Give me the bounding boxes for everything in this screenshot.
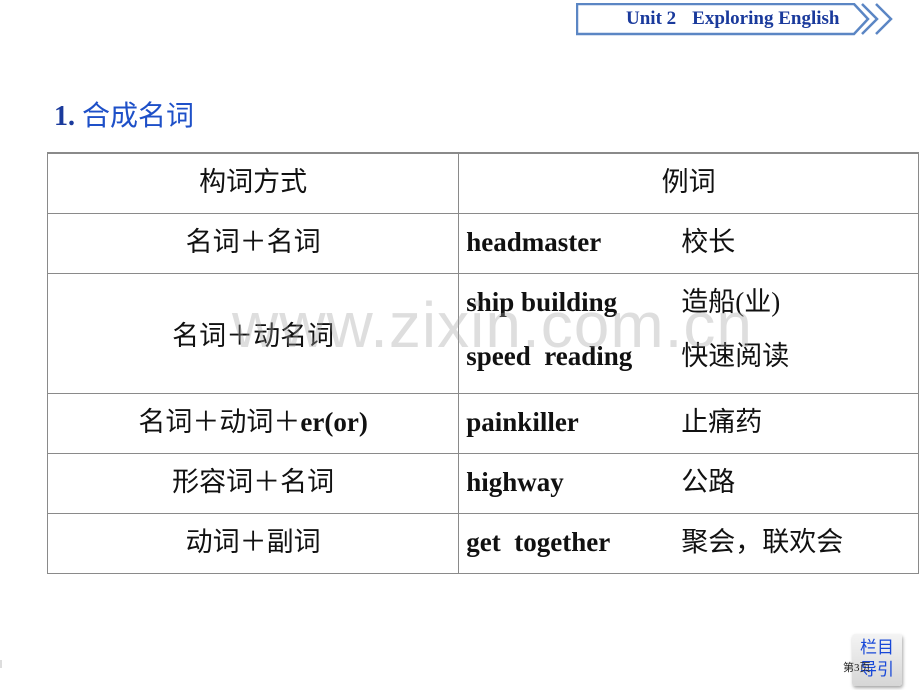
formation-cell: 名词＋动名词: [46, 273, 460, 394]
example-chinese: 聚会，联欢会: [681, 527, 844, 557]
example-cell: ship building 造船(业) speed reading 快速阅读: [458, 273, 919, 394]
header-formation: 构词方式: [46, 152, 460, 214]
unit-label: Unit 2: [626, 8, 677, 29]
formation-cell: 名词＋名词: [46, 213, 460, 274]
table-row: 名词＋动词＋er(or) painkiller 止痛药: [46, 393, 919, 454]
example-english: headmaster: [466, 227, 602, 257]
table-row: 形容词＋名词 highway 公路: [46, 453, 919, 514]
example-chinese: 校长: [681, 227, 736, 257]
example-chinese: 快速阅读: [681, 341, 790, 371]
example-english: painkiller: [466, 407, 579, 437]
slide-marker: [0, 660, 2, 668]
page-number: 第3页: [843, 662, 871, 674]
compound-noun-table: 构词方式 例词 名词＋名词 headmaster 校长 名词＋动名词 ship b…: [46, 152, 919, 574]
formation-cell: 名词＋动词＋er(or): [46, 393, 460, 454]
example-cell: painkiller 止痛药: [458, 393, 919, 454]
nav-button-line1: 栏目: [860, 638, 894, 658]
example-cell: headmaster 校长: [458, 213, 919, 274]
header-examples: 例词: [458, 152, 919, 214]
example-english: highway: [466, 467, 564, 497]
example-chinese: 公路: [681, 467, 736, 497]
section-title-text: 合成名词: [82, 101, 195, 132]
table-header-row: 构词方式 例词: [46, 152, 919, 214]
example-cell: highway 公路: [458, 453, 919, 514]
example-english: ship building: [466, 287, 618, 317]
example-chinese: 止痛药: [681, 407, 763, 437]
unit-banner: Unit 2 Exploring English: [576, 3, 893, 36]
section-number: 1.: [54, 101, 75, 132]
unit-title: Exploring English: [692, 8, 840, 29]
example-english: get together: [466, 527, 611, 557]
table-row: 动词＋副词 get together 聚会，联欢会: [46, 513, 919, 574]
table-row: 名词＋名词 headmaster 校长: [46, 213, 919, 274]
formation-cell: 形容词＋名词: [46, 453, 460, 514]
example-cell: get together 聚会，联欢会: [458, 513, 919, 574]
section-title: 1. 合成名词: [54, 94, 194, 134]
formation-cell: 动词＋副词: [46, 513, 460, 574]
example-chinese: 造船(业): [681, 287, 781, 317]
table-row: 名词＋动名词 ship building 造船(业) speed reading 快…: [46, 273, 919, 394]
example-english: speed reading: [466, 341, 633, 371]
unit-heading: Unit 2 Exploring English: [626, 8, 839, 30]
